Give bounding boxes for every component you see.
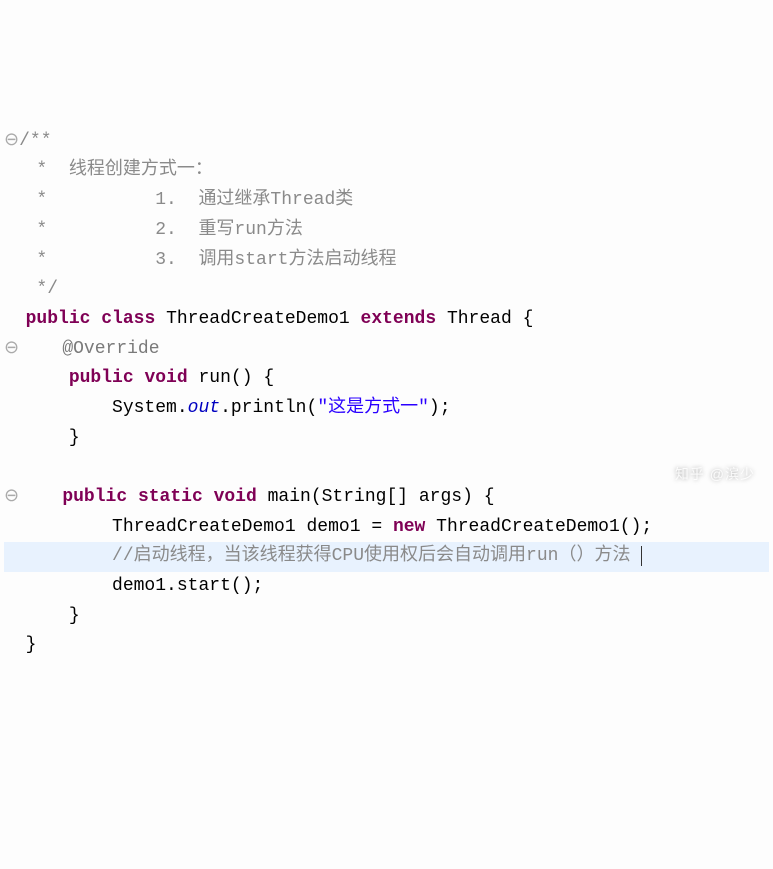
brace: { bbox=[263, 368, 274, 388]
javadoc-open: /** bbox=[19, 131, 51, 151]
paren: ( bbox=[620, 517, 631, 537]
brace: { bbox=[484, 487, 495, 507]
keyword-class: class bbox=[101, 309, 155, 329]
var-ref: demo1 bbox=[112, 576, 166, 596]
keyword-extends: extends bbox=[361, 309, 437, 329]
javadoc-line-4: * 3. 调用start方法启动线程 bbox=[26, 250, 397, 270]
method-run: run bbox=[198, 368, 230, 388]
gutter-fold-icon: ⊖ bbox=[4, 339, 19, 359]
out-field: out bbox=[188, 398, 220, 418]
param-type: String bbox=[322, 487, 387, 507]
keyword-new: new bbox=[393, 517, 425, 537]
system-class: System bbox=[112, 398, 177, 418]
semi: ; bbox=[253, 576, 264, 596]
annotation-override: @Override bbox=[62, 339, 159, 359]
class-name: ThreadCreateDemo1 bbox=[166, 309, 350, 329]
semi: ; bbox=[440, 398, 451, 418]
gutter-fold-icon: ⊖ bbox=[4, 487, 19, 507]
paren: ) bbox=[429, 398, 440, 418]
javadoc-line-3: * 2. 重写run方法 bbox=[26, 220, 303, 240]
brace: } bbox=[26, 635, 37, 655]
start-method: start bbox=[177, 576, 231, 596]
keyword-public: public bbox=[69, 368, 134, 388]
paren: ( bbox=[231, 576, 242, 596]
keyword-void: void bbox=[144, 368, 187, 388]
eq: = bbox=[371, 517, 382, 537]
keyword-public: public bbox=[62, 487, 127, 507]
ctor-call: ThreadCreateDemo1 bbox=[436, 517, 620, 537]
dot: . bbox=[177, 398, 188, 418]
javadoc-line-1: * 线程创建方式一： bbox=[26, 160, 213, 180]
dot: . bbox=[166, 576, 177, 596]
brace: } bbox=[69, 606, 80, 626]
param-name: args bbox=[419, 487, 462, 507]
brace: { bbox=[523, 309, 534, 329]
paren: ( bbox=[307, 398, 318, 418]
semi: ; bbox=[641, 517, 652, 537]
brace: } bbox=[69, 428, 80, 448]
paren: ) bbox=[631, 517, 642, 537]
paren: ( bbox=[231, 368, 242, 388]
type-ref: ThreadCreateDemo1 bbox=[112, 517, 296, 537]
bracket: [ bbox=[386, 487, 397, 507]
keyword-public: public bbox=[26, 309, 91, 329]
javadoc-line-2: * 1. 通过继承Thread类 bbox=[26, 190, 354, 210]
gutter-fold-icon: ⊖ bbox=[4, 131, 19, 151]
text-cursor bbox=[641, 546, 642, 566]
method-main: main bbox=[268, 487, 311, 507]
println-method: println bbox=[231, 398, 307, 418]
code-block: ⊖/** * 线程创建方式一： * 1. 通过继承Thread类 * 2. 重写… bbox=[4, 127, 769, 661]
keyword-void: void bbox=[214, 487, 257, 507]
paren: ) bbox=[462, 487, 473, 507]
dot: . bbox=[220, 398, 231, 418]
inline-comment: //启动线程，当该线程获得CPU使用权后会自动调用run（）方法 bbox=[112, 546, 630, 566]
javadoc-close: */ bbox=[26, 279, 58, 299]
watermark-text: 知乎 @滨少 bbox=[675, 463, 755, 486]
current-line-highlight: //启动线程，当该线程获得CPU使用权后会自动调用run（）方法 bbox=[4, 542, 769, 572]
bracket: ] bbox=[397, 487, 408, 507]
keyword-static: static bbox=[138, 487, 203, 507]
super-class: Thread bbox=[447, 309, 512, 329]
paren: ) bbox=[242, 576, 253, 596]
paren: ( bbox=[311, 487, 322, 507]
paren: ) bbox=[242, 368, 253, 388]
var-name: demo1 bbox=[306, 517, 360, 537]
string-literal: "这是方式一" bbox=[317, 398, 429, 418]
